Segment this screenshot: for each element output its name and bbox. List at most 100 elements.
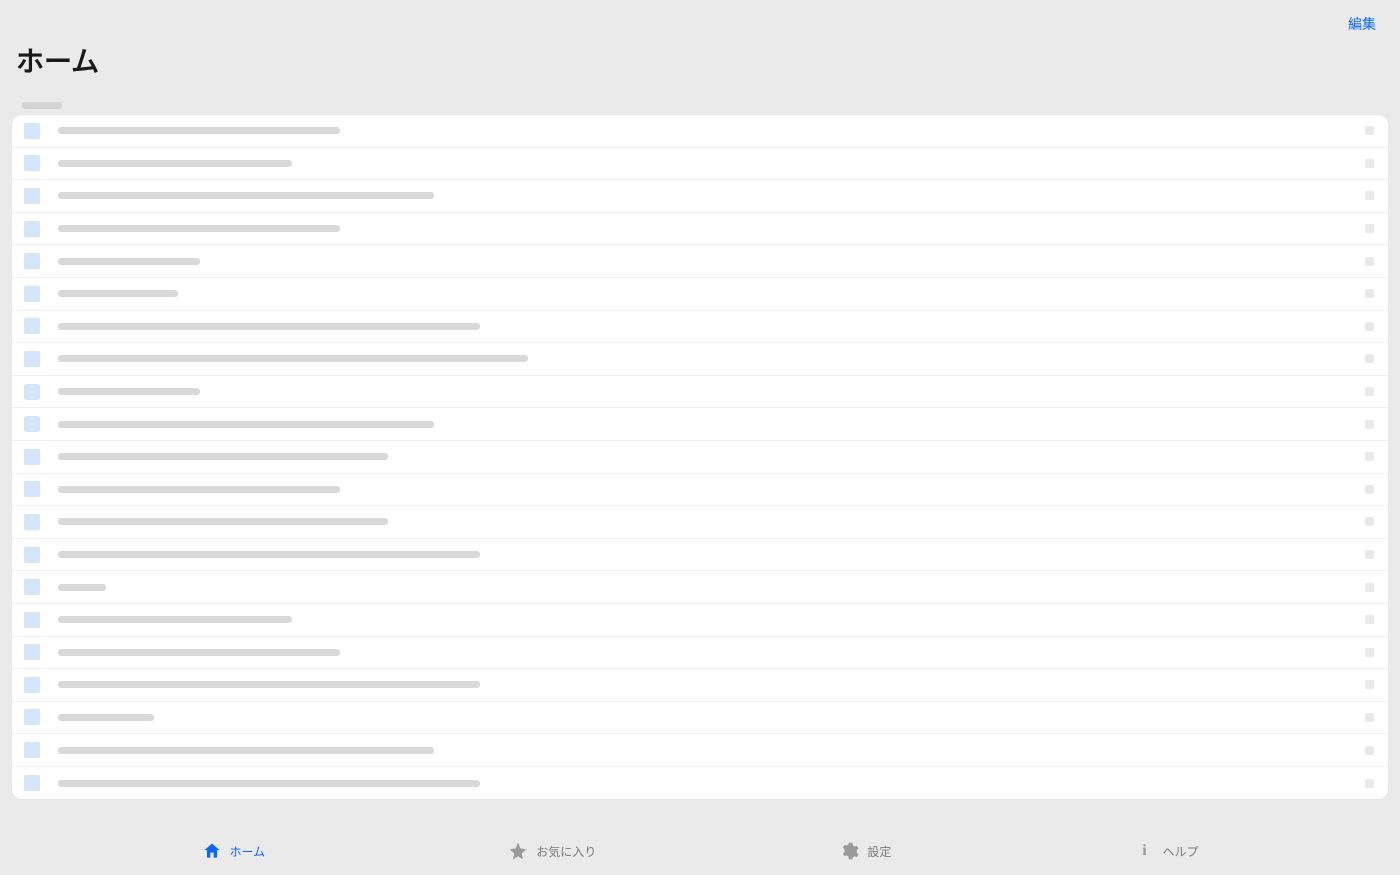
item-text-placeholder bbox=[58, 780, 480, 787]
item-text-placeholder bbox=[58, 388, 200, 395]
tab-settings[interactable]: 設定 bbox=[839, 841, 891, 861]
item-icon-placeholder bbox=[24, 253, 40, 269]
chevron-placeholder bbox=[1365, 648, 1374, 657]
list-item[interactable] bbox=[12, 474, 1388, 507]
item-icon-placeholder bbox=[24, 384, 40, 400]
item-icon-placeholder bbox=[24, 644, 40, 660]
item-text-placeholder bbox=[58, 616, 292, 623]
item-icon-placeholder bbox=[24, 286, 40, 302]
item-icon-placeholder bbox=[24, 123, 40, 139]
item-icon-placeholder bbox=[24, 318, 40, 334]
item-icon-placeholder bbox=[24, 351, 40, 367]
item-icon-placeholder bbox=[24, 155, 40, 171]
item-text-placeholder bbox=[58, 290, 178, 297]
list-item[interactable] bbox=[12, 571, 1388, 604]
list-item[interactable] bbox=[12, 213, 1388, 246]
item-icon-placeholder bbox=[24, 514, 40, 530]
chevron-placeholder bbox=[1365, 452, 1374, 461]
item-text-placeholder bbox=[58, 323, 480, 330]
item-icon-placeholder bbox=[24, 481, 40, 497]
list-item[interactable] bbox=[12, 311, 1388, 344]
chevron-placeholder bbox=[1365, 517, 1374, 526]
chevron-placeholder bbox=[1365, 257, 1374, 266]
item-text-placeholder bbox=[58, 258, 200, 265]
chevron-placeholder bbox=[1365, 420, 1374, 429]
list-item[interactable] bbox=[12, 506, 1388, 539]
tab-label: ヘルプ bbox=[1162, 843, 1198, 860]
item-text-placeholder bbox=[58, 225, 340, 232]
chevron-placeholder bbox=[1365, 354, 1374, 363]
chevron-placeholder bbox=[1365, 322, 1374, 331]
list-item[interactable] bbox=[12, 148, 1388, 181]
tab-label: 設定 bbox=[867, 843, 891, 860]
chevron-placeholder bbox=[1365, 583, 1374, 592]
list-item[interactable] bbox=[12, 734, 1388, 767]
tab-label: ホーム bbox=[230, 843, 266, 860]
header: 編集 ホーム bbox=[0, 0, 1400, 88]
edit-button[interactable]: 編集 bbox=[16, 12, 1380, 34]
item-icon-placeholder bbox=[24, 709, 40, 725]
list-item[interactable] bbox=[12, 767, 1388, 800]
chevron-placeholder bbox=[1365, 680, 1374, 689]
item-text-placeholder bbox=[58, 192, 434, 199]
list-item[interactable] bbox=[12, 408, 1388, 441]
item-text-placeholder bbox=[58, 714, 154, 721]
chevron-placeholder bbox=[1365, 779, 1374, 788]
chevron-placeholder bbox=[1365, 713, 1374, 722]
star-icon bbox=[508, 841, 528, 861]
chevron-placeholder bbox=[1365, 485, 1374, 494]
gear-icon bbox=[839, 841, 859, 861]
chevron-placeholder bbox=[1365, 615, 1374, 624]
item-icon-placeholder bbox=[24, 775, 40, 791]
chevron-placeholder bbox=[1365, 126, 1374, 135]
chevron-placeholder bbox=[1365, 224, 1374, 233]
list-item[interactable] bbox=[12, 180, 1388, 213]
chevron-placeholder bbox=[1365, 387, 1374, 396]
list-item[interactable] bbox=[12, 343, 1388, 376]
item-icon-placeholder bbox=[24, 547, 40, 563]
info-icon: i bbox=[1134, 841, 1154, 861]
item-icon-placeholder bbox=[24, 221, 40, 237]
chevron-placeholder bbox=[1365, 289, 1374, 298]
chevron-placeholder bbox=[1365, 550, 1374, 559]
item-icon-placeholder bbox=[24, 677, 40, 693]
item-text-placeholder bbox=[58, 127, 340, 134]
tab-help[interactable]: i ヘルプ bbox=[1134, 841, 1198, 861]
list-card bbox=[12, 115, 1388, 799]
item-text-placeholder bbox=[58, 355, 528, 362]
item-icon-placeholder bbox=[24, 416, 40, 432]
chevron-placeholder bbox=[1365, 746, 1374, 755]
chevron-placeholder bbox=[1365, 159, 1374, 168]
item-icon-placeholder bbox=[24, 612, 40, 628]
chevron-placeholder bbox=[1365, 191, 1374, 200]
tab-home[interactable]: ホーム bbox=[202, 841, 266, 861]
item-icon-placeholder bbox=[24, 742, 40, 758]
tab-bar: ホーム お気に入り 設定 i ヘルプ bbox=[0, 827, 1400, 875]
item-text-placeholder bbox=[58, 681, 480, 688]
item-text-placeholder bbox=[58, 518, 388, 525]
tab-favorites[interactable]: お気に入り bbox=[508, 841, 596, 861]
section-header-placeholder bbox=[22, 102, 1400, 109]
list-item[interactable] bbox=[12, 637, 1388, 670]
item-icon-placeholder bbox=[24, 449, 40, 465]
item-text-placeholder bbox=[58, 584, 106, 591]
item-text-placeholder bbox=[58, 747, 434, 754]
list-item[interactable] bbox=[12, 115, 1388, 148]
list-item[interactable] bbox=[12, 376, 1388, 409]
page-title: ホーム bbox=[16, 40, 1380, 80]
list-item[interactable] bbox=[12, 539, 1388, 572]
item-text-placeholder bbox=[58, 551, 480, 558]
list-item[interactable] bbox=[12, 245, 1388, 278]
list-item[interactable] bbox=[12, 702, 1388, 735]
list-item[interactable] bbox=[12, 278, 1388, 311]
item-text-placeholder bbox=[58, 486, 340, 493]
item-text-placeholder bbox=[58, 160, 292, 167]
item-icon-placeholder bbox=[24, 579, 40, 595]
list-item[interactable] bbox=[12, 669, 1388, 702]
list-item[interactable] bbox=[12, 441, 1388, 474]
list-item[interactable] bbox=[12, 604, 1388, 637]
item-text-placeholder bbox=[58, 421, 434, 428]
item-text-placeholder bbox=[58, 453, 388, 460]
item-text-placeholder bbox=[58, 649, 340, 656]
item-icon-placeholder bbox=[24, 188, 40, 204]
